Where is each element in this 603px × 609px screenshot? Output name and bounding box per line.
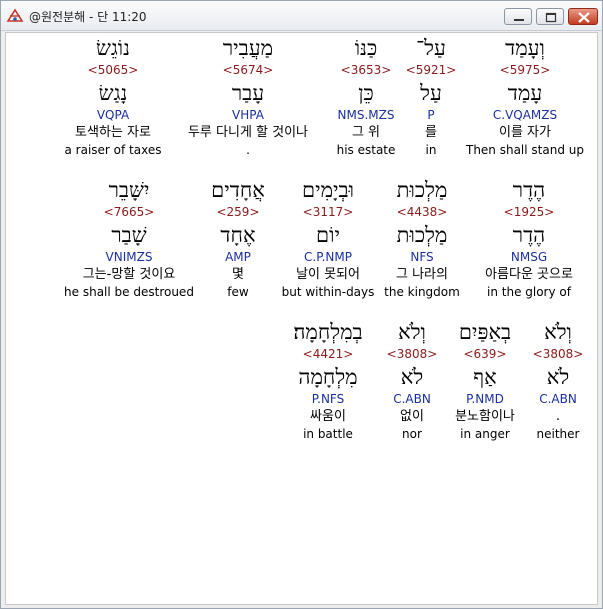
lemma-word: מִלְחָמָה	[298, 365, 358, 389]
strong-number[interactable]: <7665>	[56, 204, 202, 222]
hebrew-word: הֶדֶר	[512, 178, 546, 202]
minimize-icon	[514, 19, 524, 21]
korean-gloss: .	[555, 409, 561, 424]
strong-number[interactable]: <639>	[438, 346, 532, 364]
hebrew-word: אֲחָדִים	[211, 178, 265, 202]
word-cell[interactable]: וּבְיָמִים <3117> יוֹם C.P.NMP 날이 못되어 bu…	[276, 177, 380, 317]
maximize-icon	[545, 12, 557, 23]
close-icon	[578, 12, 590, 23]
english-gloss: the kingdom	[384, 285, 460, 299]
korean-gloss: 없이	[400, 409, 424, 424]
english-gloss: in battle	[303, 427, 353, 441]
hebrew-word: יִשָּׁבֵר	[108, 178, 150, 202]
korean-gloss: 날이 못되어	[296, 267, 360, 282]
lemma-word: עָבַר	[231, 81, 265, 105]
strong-number[interactable]: <5975>	[462, 62, 588, 80]
close-button[interactable]	[568, 8, 598, 25]
morphology-code[interactable]: C.VQAMZS	[462, 107, 588, 124]
korean-gloss: 그 나라의	[396, 267, 448, 282]
strong-number[interactable]: <4421>	[276, 346, 380, 364]
korean-gloss: 싸움이	[310, 409, 346, 424]
hebrew-word: וּבְיָמִים	[301, 178, 355, 202]
korean-gloss: 그는-망할 것이요	[82, 267, 176, 282]
korean-gloss: 이를 자가	[499, 125, 551, 140]
word-cell[interactable]: מַעֲבִיר <5674> עָבַר VHPA 두루 다니게 할 것이나 …	[168, 35, 328, 175]
word-cell[interactable]: אֲחָדִים <259> אֶחָד AMP 몇 few	[194, 177, 282, 317]
english-gloss: in the glory of	[487, 285, 571, 299]
strong-number[interactable]: <4438>	[372, 204, 472, 222]
english-gloss: .	[246, 143, 250, 157]
english-gloss: nor	[402, 427, 422, 441]
hebrew-word: וְעָמַד	[505, 36, 545, 60]
morphology-code[interactable]: AMP	[194, 249, 282, 266]
korean-gloss: 분노함이나	[455, 409, 515, 424]
lemma-word: לֹא	[546, 365, 570, 389]
window-title: @원전분해 - 단 11:20	[29, 10, 147, 24]
word-cell[interactable]: בְאַפַּיִם <639> אַף P.NMD 분노함이나 in ange…	[438, 319, 532, 459]
hebrew-word: מַעֲבִיר	[222, 36, 274, 60]
morphology-code[interactable]: P.NFS	[276, 391, 380, 408]
english-gloss: a raiser of taxes	[64, 143, 162, 157]
korean-gloss: 몇	[232, 267, 244, 282]
strong-number[interactable]: <5674>	[168, 62, 328, 80]
english-gloss: but within-days	[281, 285, 375, 299]
lemma-word: לֹא	[400, 365, 424, 389]
morphology-code[interactable]: C.ABN	[526, 391, 590, 408]
lemma-word: שָׁבַר	[111, 223, 147, 247]
word-cell[interactable]: בְמִלְחָמָה׃ <4421> מִלְחָמָה P.NFS 싸움이 …	[276, 319, 380, 459]
word-cell[interactable]: וְלֹא <3808> לֹא C.ABN 없이 nor	[380, 319, 444, 459]
word-cell[interactable]: נוֹגֵשׂ <5065> נָגַשׂ VQPA 토색하는 자로 a rai…	[52, 35, 174, 175]
hebrew-word: בְמִלְחָמָה׃	[293, 320, 363, 344]
morphology-code[interactable]: NFS	[372, 249, 472, 266]
word-cell[interactable]: וְלֹא <3808> לֹא C.ABN . neither	[526, 319, 590, 459]
morphology-code[interactable]: P.NMD	[438, 391, 532, 408]
title-bar[interactable]: @원전분해 - 단 11:20	[1, 1, 602, 31]
lemma-word: הֶדֶר	[512, 223, 546, 247]
morphology-code[interactable]: C.P.NMP	[276, 249, 380, 266]
morphology-code[interactable]: C.ABN	[380, 391, 444, 408]
strong-number[interactable]: <3117>	[276, 204, 380, 222]
hebrew-word: בְאַפַּיִם	[458, 320, 512, 344]
word-cell[interactable]: הֶדֶר <1925> הֶדֶר NMSG 아름다운 곳으로 in the …	[470, 177, 588, 317]
lemma-word: יוֹם	[316, 223, 340, 247]
analysis-panel[interactable]: וְעָמַד <5975> עָמַד C.VQAMZS 이를 자가 Then…	[5, 32, 598, 605]
english-gloss: neither	[536, 427, 580, 441]
app-window: @원전분해 - 단 11:20 וְעָמַד <5975> עָמַד C.V…	[0, 0, 603, 609]
morphology-code[interactable]: VHPA	[168, 107, 328, 124]
hebrew-word: נוֹגֵשׂ	[95, 36, 130, 60]
strong-number[interactable]: <1925>	[470, 204, 588, 222]
maximize-button[interactable]	[536, 8, 564, 25]
minimize-button[interactable]	[504, 8, 532, 25]
korean-gloss: 두루 다니게 할 것이나	[187, 125, 309, 140]
lemma-word: מַלְכוּת	[396, 223, 448, 247]
app-logo-icon[interactable]	[6, 7, 24, 25]
korean-gloss: 아름다운 곳으로	[485, 267, 573, 282]
english-gloss: in anger	[460, 427, 510, 441]
korean-gloss: 토색하는 자로	[75, 125, 151, 140]
morphology-code[interactable]: VQPA	[52, 107, 174, 124]
strong-number[interactable]: <3808>	[380, 346, 444, 364]
english-gloss: he shall be destroued	[64, 285, 194, 299]
hebrew-word: וְלֹא	[398, 320, 426, 344]
hebrew-word: וְלֹא	[544, 320, 572, 344]
morphology-code[interactable]: NMSG	[470, 249, 588, 266]
hebrew-word: מַלְכוּת	[396, 178, 448, 202]
lemma-word: עָמַד	[507, 81, 543, 105]
word-cell[interactable]: יִשָּׁבֵר <7665> שָׁבַר VNIMZS 그는-망할 것이요…	[56, 177, 202, 317]
strong-number[interactable]: <5065>	[52, 62, 174, 80]
lemma-word: אֶחָד	[220, 223, 256, 247]
word-cell[interactable]: מַלְכוּת <4438> מַלְכוּת NFS 그 나라의 the k…	[372, 177, 472, 317]
lemma-word: נָגַשׂ	[98, 81, 128, 105]
english-gloss: few	[227, 285, 249, 299]
strong-number[interactable]: <3808>	[526, 346, 590, 364]
english-gloss: Then shall stand up	[465, 143, 584, 157]
lemma-word: אַף	[473, 365, 497, 389]
word-cell[interactable]: וְעָמַד <5975> עָמַד C.VQAMZS 이를 자가 Then…	[462, 35, 588, 175]
morphology-code[interactable]: VNIMZS	[56, 249, 202, 266]
strong-number[interactable]: <259>	[194, 204, 282, 222]
